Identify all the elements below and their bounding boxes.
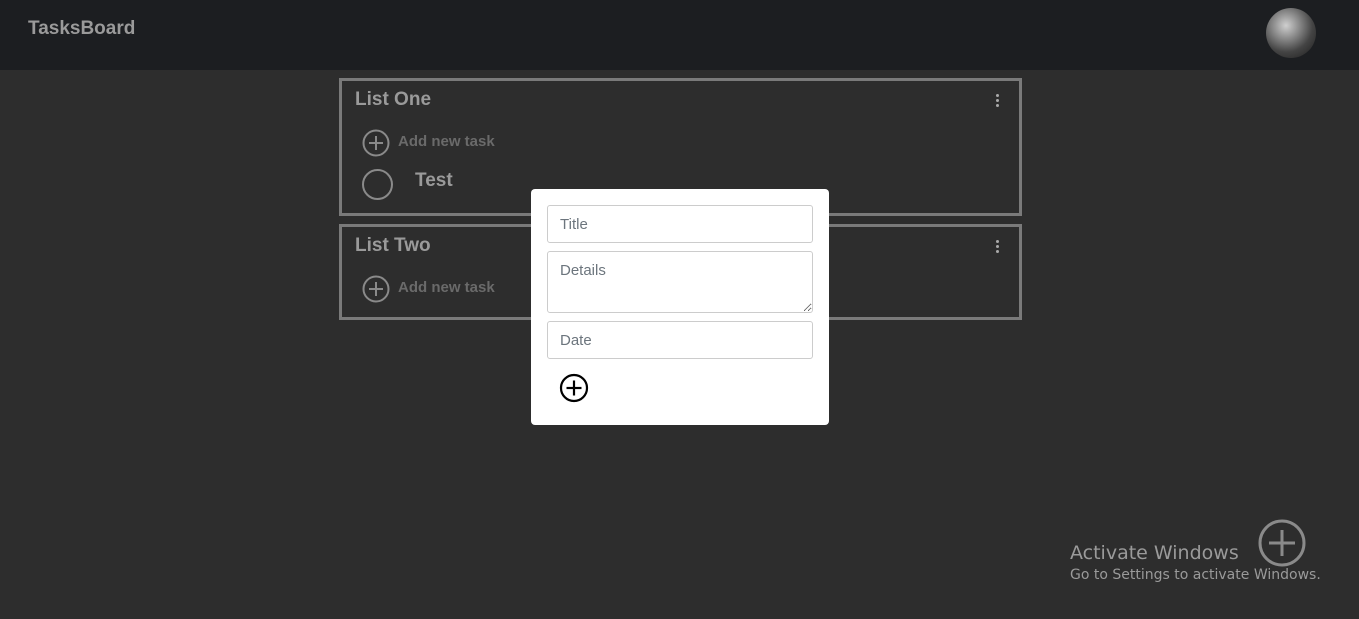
task-details-input[interactable] [547,251,813,313]
add-task-button[interactable]: Add new task [362,128,495,158]
user-avatar[interactable] [1266,8,1316,58]
plus-circle-icon [362,275,390,303]
add-task-label: Add new task [398,278,495,296]
list-menu-icon[interactable] [991,240,1003,256]
list-title: List One [355,89,432,110]
plus-circle-icon [362,129,390,157]
list-title: List Two [355,235,431,256]
add-task-label: Add new task [398,132,495,150]
list-menu-icon[interactable] [991,94,1003,110]
top-navbar: TasksBoard [0,0,1359,70]
add-list-button[interactable] [1258,519,1306,567]
task-title-input[interactable] [547,205,813,243]
submit-task-button[interactable] [559,373,589,403]
app-title[interactable]: TasksBoard [28,18,135,40]
task-complete-toggle[interactable] [362,168,393,200]
task-item: Test [362,168,453,200]
task-title[interactable]: Test [415,170,453,192]
watermark-subtitle: Go to Settings to activate Windows. [1070,567,1321,583]
add-task-button[interactable]: Add new task [362,274,495,304]
new-task-modal [531,189,829,425]
task-date-input[interactable] [547,321,813,359]
